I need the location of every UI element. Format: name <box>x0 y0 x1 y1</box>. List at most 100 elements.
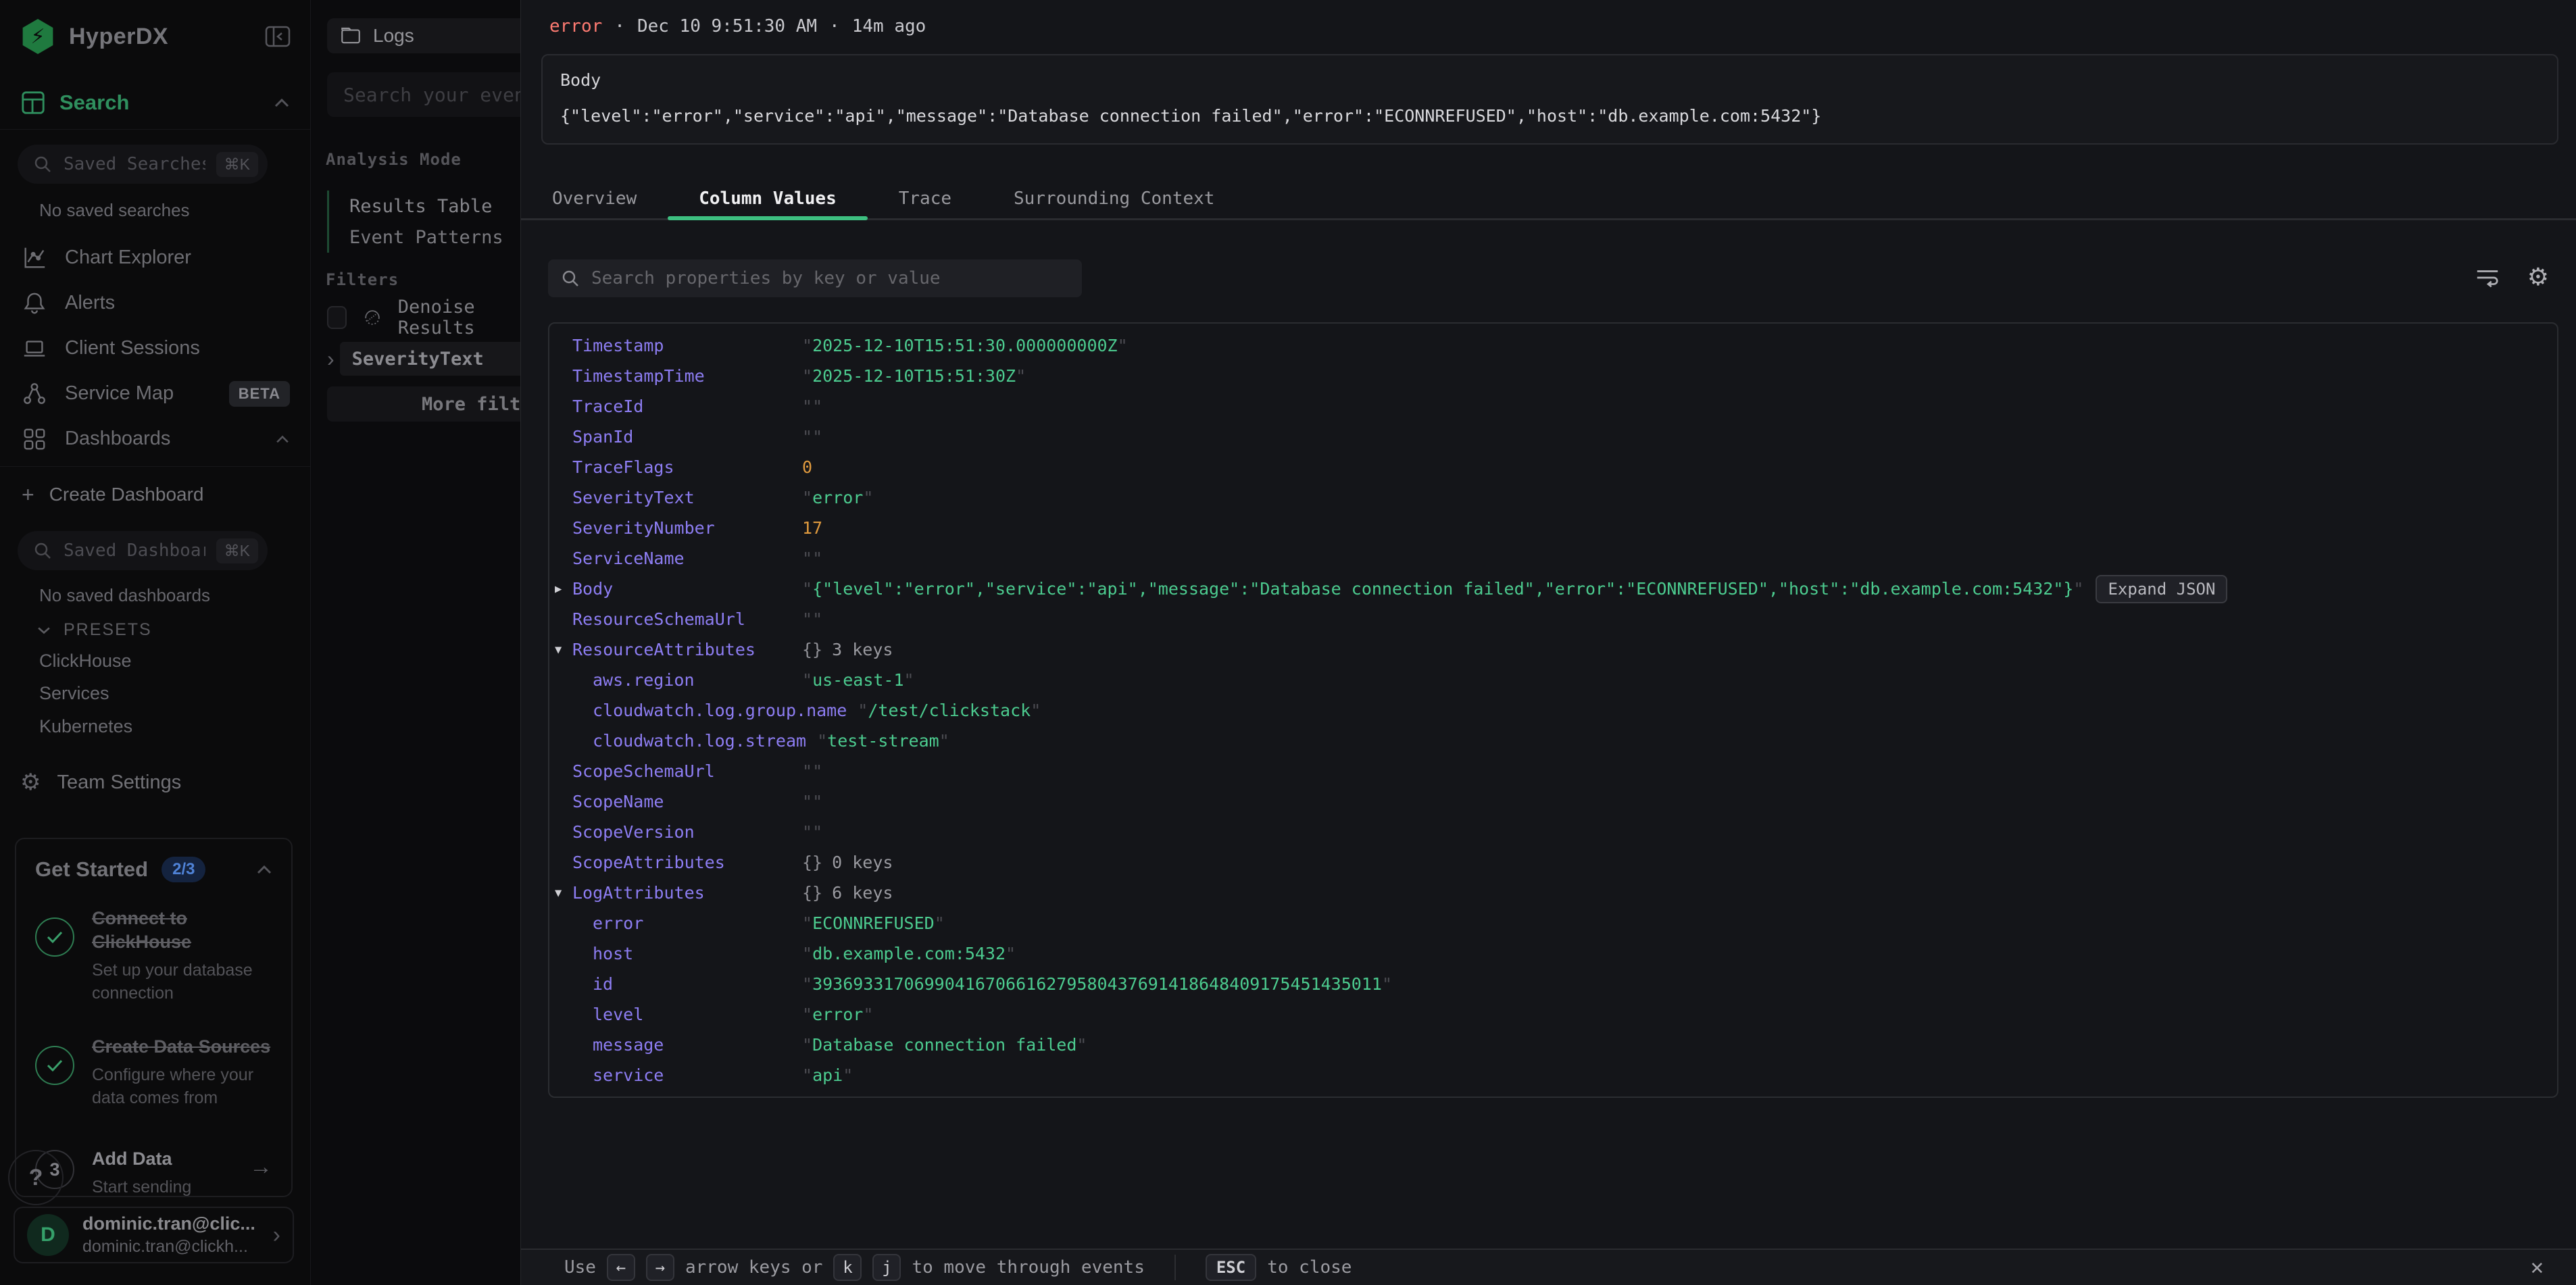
logs-source-icon <box>339 24 362 47</box>
preset-clickhouse[interactable]: ClickHouse <box>39 645 132 676</box>
sidebar-item-team-settings[interactable]: ⚙ Team Settings <box>20 765 181 800</box>
properties-search-input[interactable] <box>548 259 1082 297</box>
table-row[interactable]: cloudwatch.log.group.name"/test/clicksta… <box>549 695 2557 726</box>
user-menu[interactable]: D dominic.tran@clic... dominic.tran@clic… <box>14 1207 294 1263</box>
table-row[interactable]: ServiceName"" <box>549 543 2557 574</box>
sidebar-item-service-map[interactable]: Service Map BETA <box>0 371 310 416</box>
table-row[interactable]: host"db.example.com:5432" <box>549 938 2557 969</box>
help-button[interactable]: ? <box>8 1150 64 1205</box>
table-row[interactable]: ScopeSchemaUrl"" <box>549 756 2557 786</box>
table-row[interactable]: ▼ResourceAttributes{}3 keys <box>549 634 2557 665</box>
table-row[interactable]: level"error" <box>549 999 2557 1030</box>
property-key: host <box>593 944 802 963</box>
table-row[interactable]: SeverityNumber17 <box>549 513 2557 543</box>
table-row[interactable]: ▶Body"{"level":"error","service":"api","… <box>549 574 2557 604</box>
properties-search-field[interactable] <box>591 268 1070 288</box>
separator-dot: · <box>614 16 625 36</box>
sidebar-item-label: Alerts <box>65 292 115 314</box>
sidebar-item-alerts[interactable]: Alerts <box>0 280 310 326</box>
row-expander-icon[interactable]: ▼ <box>555 886 572 900</box>
table-row[interactable]: SeverityText"error" <box>549 482 2557 513</box>
dashboards-icon <box>22 426 47 452</box>
sidebar-collapse-icon[interactable] <box>263 22 293 51</box>
chevron-up-icon[interactable] <box>274 97 290 108</box>
table-row[interactable]: aws.region"us-east-1" <box>549 665 2557 695</box>
saved-searches-field[interactable] <box>64 154 205 174</box>
tab-trace[interactable]: Trace <box>868 178 983 218</box>
tab-column-values[interactable]: Column Values <box>668 178 868 218</box>
property-key: ResourceAttributes <box>572 640 802 659</box>
property-key: cloudwatch.log.group.name <box>593 701 858 720</box>
get-started-card: Get Started 2/3 Connect to ClickHouse Se… <box>15 838 293 1197</box>
denoise-filter-row[interactable]: Denoise Results <box>327 301 534 334</box>
gear-icon: ⚙ <box>20 771 41 794</box>
property-value: "Database connection failed" <box>802 1035 1087 1055</box>
preset-services[interactable]: Services <box>39 678 109 709</box>
property-value: "" <box>802 427 822 447</box>
tab-overview[interactable]: Overview <box>521 178 668 218</box>
get-started-step-sources[interactable]: Create Data Sources Configure where your… <box>35 1035 272 1110</box>
sidebar-item-dashboards[interactable]: Dashboards <box>0 416 310 461</box>
denoise-label: Denoise Results <box>398 297 534 338</box>
table-row[interactable]: cloudwatch.log.stream"test-stream" <box>549 726 2557 756</box>
analysis-mode-event-patterns[interactable]: Event Patterns <box>329 222 503 253</box>
get-started-step-add-data[interactable]: 3 Add Data Start sending logs, metrics, … <box>35 1147 272 1197</box>
sidebar-item-label: Chart Explorer <box>65 247 191 269</box>
row-expander-icon[interactable]: ▼ <box>555 643 572 657</box>
event-timestamp: Dec 10 9:51:30 AM <box>637 16 817 36</box>
saved-searches-input[interactable]: ⌘K <box>18 145 268 184</box>
table-row[interactable]: id"3936933170699041670661627958043769141… <box>549 969 2557 999</box>
denoise-icon <box>363 306 382 329</box>
question-icon: ? <box>29 1165 43 1191</box>
expand-json-button[interactable]: Expand JSON <box>2096 575 2227 603</box>
table-row[interactable]: TraceFlags0 <box>549 452 2557 482</box>
braces-icon: {} <box>802 883 822 903</box>
body-card-content: {"level":"error","service":"api","messag… <box>560 106 2540 126</box>
chevron-up-icon[interactable] <box>256 864 272 875</box>
chevron-down-icon <box>36 626 51 635</box>
table-row[interactable]: ▼LogAttributes{}6 keys <box>549 878 2557 908</box>
table-row[interactable]: error"ECONNREFUSED" <box>549 908 2557 938</box>
denoise-checkbox[interactable] <box>327 306 347 329</box>
kbd-arrow-right: → <box>646 1254 674 1281</box>
table-row[interactable]: message"Database connection failed" <box>549 1030 2557 1060</box>
severity-filter-row[interactable]: › SeverityText <box>327 342 549 376</box>
property-key: SpanId <box>572 427 802 447</box>
row-expander-icon[interactable]: ▶ <box>555 582 572 596</box>
sidebar-item-search[interactable]: Search <box>20 82 290 123</box>
table-row[interactable]: ScopeVersion"" <box>549 817 2557 847</box>
table-row[interactable]: ResourceSchemaUrl"" <box>549 604 2557 634</box>
settings-icon[interactable]: ⚙ <box>2527 266 2549 290</box>
analysis-mode-results-table[interactable]: Results Table <box>329 191 503 222</box>
table-row[interactable]: Timestamp"2025-12-10T15:51:30.000000000Z… <box>549 330 2557 361</box>
property-key: ResourceSchemaUrl <box>572 609 802 629</box>
saved-dashboards-input[interactable]: ⌘K <box>18 531 268 570</box>
close-icon[interactable]: ✕ <box>2531 1254 2544 1280</box>
table-row[interactable]: ScopeName"" <box>549 786 2557 817</box>
tab-surrounding-context[interactable]: Surrounding Context <box>983 178 1245 218</box>
step-title: Connect to ClickHouse <box>92 907 272 954</box>
table-row[interactable]: SpanId"" <box>549 422 2557 452</box>
kbd-shortcut: ⌘K <box>216 538 258 563</box>
wrap-lines-icon[interactable] <box>2475 265 2500 291</box>
source-selector-label: Logs <box>373 25 414 47</box>
table-row[interactable]: ScopeAttributes{}0 keys <box>549 847 2557 878</box>
kbd-k: k <box>833 1254 862 1281</box>
table-row[interactable]: TimestampTime"2025-12-10T15:51:30Z" <box>549 361 2557 391</box>
property-value: {}6 keys <box>802 883 893 903</box>
chevron-up-icon[interactable] <box>275 434 290 444</box>
create-dashboard-button[interactable]: + Create Dashboard <box>22 477 204 512</box>
table-row[interactable]: TraceId"" <box>549 391 2557 422</box>
presets-toggle[interactable]: PRESETS <box>36 620 152 640</box>
sidebar-item-client-sessions[interactable]: Client Sessions <box>0 326 310 371</box>
get-started-step-connect[interactable]: Connect to ClickHouse Set up your databa… <box>35 907 272 1005</box>
sidebar-item-chart-explorer[interactable]: Chart Explorer <box>0 235 310 280</box>
preset-kubernetes[interactable]: Kubernetes <box>39 711 132 742</box>
table-row[interactable]: service"api" <box>549 1060 2557 1090</box>
saved-dashboards-field[interactable] <box>64 540 205 561</box>
plus-icon: + <box>22 482 34 507</box>
property-key: service <box>593 1065 802 1085</box>
property-key: cloudwatch.log.stream <box>593 731 817 751</box>
property-value: "test-stream" <box>817 731 949 751</box>
property-value: "" <box>802 397 822 416</box>
